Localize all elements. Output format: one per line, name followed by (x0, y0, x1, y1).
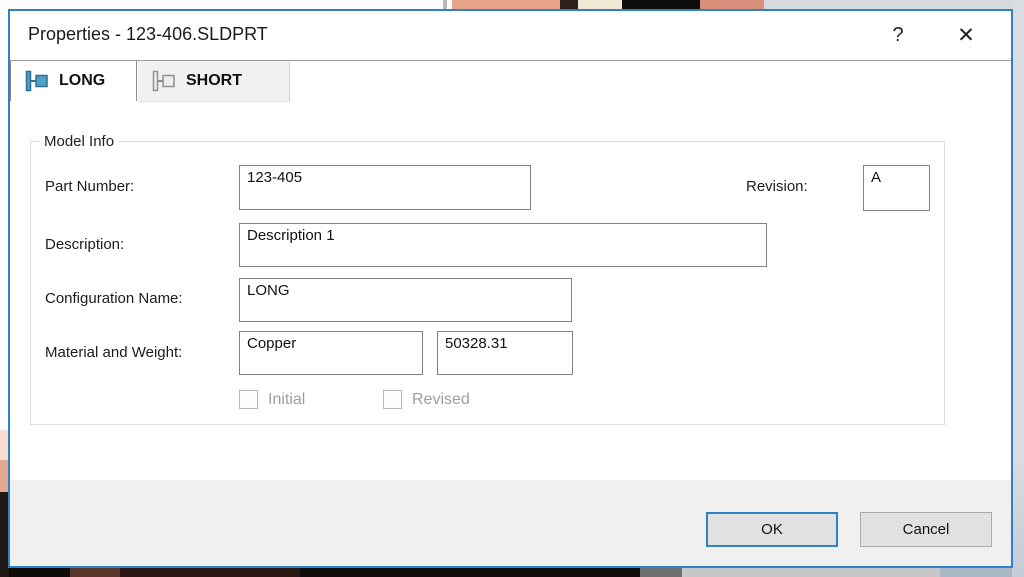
description-label: Description: (45, 236, 125, 253)
dialog-footer: OK Cancel (10, 480, 1011, 566)
properties-dialog: Properties - 123-406.SLDPRT ? ✕ LONG SHO… (8, 9, 1013, 568)
weight-input[interactable]: 50328.31 (437, 331, 573, 375)
config-flag-icon (152, 70, 175, 92)
revision-input[interactable]: A (863, 165, 930, 211)
configuration-name-label: Configuration Name: (45, 290, 183, 307)
part-number-input[interactable]: 123-405 (239, 165, 531, 210)
initial-checkbox[interactable] (239, 390, 258, 409)
material-input[interactable]: Copper (239, 331, 423, 375)
material-weight-label: Material and Weight: (45, 344, 183, 361)
part-number-label: Part Number: (45, 178, 135, 195)
close-button[interactable]: ✕ (949, 19, 983, 51)
group-legend: Model Info (44, 133, 115, 150)
revision-label: Revision: (746, 178, 808, 195)
tab-short[interactable]: SHORT (138, 61, 290, 102)
tab-strip: LONG SHORT (10, 61, 1011, 102)
configuration-name-input[interactable]: LONG (239, 278, 572, 322)
tab-label: SHORT (186, 72, 242, 89)
config-flag-icon (25, 70, 48, 92)
initial-checkbox-label: Initial (268, 390, 306, 408)
description-input[interactable]: Description 1 (239, 223, 767, 267)
initial-checkbox-row: Initial (239, 390, 305, 409)
revised-checkbox[interactable] (383, 390, 402, 409)
tab-label: LONG (59, 72, 106, 89)
help-button[interactable]: ? (881, 19, 915, 51)
tab-long[interactable]: LONG (10, 61, 137, 101)
revised-checkbox-label: Revised (412, 390, 470, 408)
dialog-titlebar: Properties - 123-406.SLDPRT ? ✕ (10, 11, 1011, 60)
model-info-group: Model Info Part Number: 123-405 Revision… (30, 133, 945, 425)
background-photo-right (1012, 0, 1024, 577)
dialog-title: Properties - 123-406.SLDPRT (28, 24, 268, 44)
ok-button[interactable]: OK (706, 512, 838, 547)
background-photo-bottom (0, 567, 1024, 577)
cancel-button[interactable]: Cancel (860, 512, 992, 547)
revised-checkbox-row: Revised (383, 390, 470, 409)
